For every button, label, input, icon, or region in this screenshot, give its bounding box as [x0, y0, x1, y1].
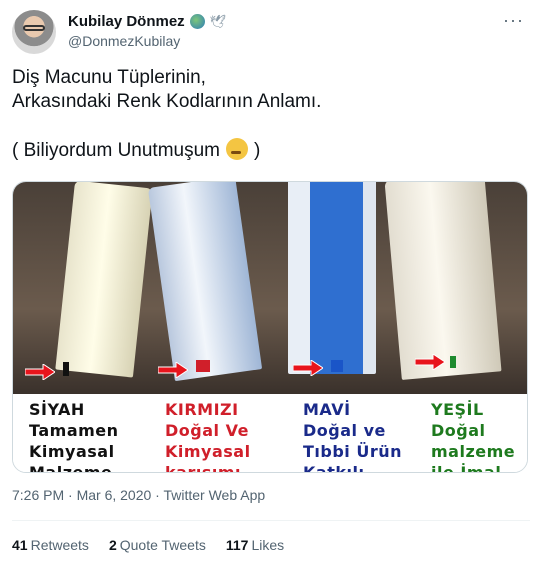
tube-mark-blue	[331, 360, 343, 372]
more-options-icon[interactable]: ···	[503, 10, 524, 31]
glasses-shape	[23, 25, 45, 31]
tube-mark-green	[450, 356, 456, 368]
quote-tweets-count: 2	[108, 537, 117, 553]
legend-title: KIRMIZI	[165, 400, 239, 419]
legend-line: karışımı	[165, 463, 241, 473]
legend-line: Tıbbi Ürün	[303, 442, 403, 461]
divider	[12, 520, 530, 521]
legend-line: Doğal Ve	[165, 421, 249, 440]
retweets-label: Retweets	[30, 537, 89, 553]
toothpaste-tube-3	[288, 182, 376, 374]
color-code-legend: SİYAH Tamamen Kimyasal Malzeme KIRMIZI D…	[13, 394, 527, 473]
legend-line: Tamamen	[29, 421, 119, 440]
tweet-line-3-open: ( Biliyordum Unutmuşum	[12, 140, 220, 161]
author-name-row[interactable]: Kubilay Dönmez 🕊	[68, 13, 226, 30]
tweet-line-3: ( Biliyordum Unutmuşum)	[12, 138, 530, 163]
dove-emoji-icon: 🕊	[209, 13, 227, 29]
tweet-line-1: Diş Macunu Tüplerinin,	[12, 67, 206, 88]
arrow-icon-2	[158, 362, 188, 378]
tweet-image[interactable]: SİYAH Tamamen Kimyasal Malzeme KIRMIZI D…	[12, 181, 528, 473]
legend-line: malzeme	[431, 442, 516, 461]
legend-line: Kimyasal	[165, 442, 251, 461]
legend-column-green: YEŞİL Doğal malzeme ile İmal	[431, 399, 516, 473]
tweet-text: Diş Macunu Tüplerinin, Arkasındaki Renk …	[12, 66, 530, 163]
toothpaste-tube-2	[147, 182, 263, 382]
quote-tweets-stat[interactable]: 2 Quote Tweets	[109, 537, 206, 553]
thinking-face-emoji-icon	[226, 138, 248, 160]
legend-line: ile İmal	[431, 463, 502, 473]
avatar[interactable]	[12, 10, 56, 54]
quote-tweets-label: Quote Tweets	[119, 537, 206, 553]
tweet-header: Kubilay Dönmez 🕊 @DonmezKubilay ···	[12, 10, 530, 54]
legend-column-red: KIRMIZI Doğal Ve Kimyasal karışımı	[165, 399, 251, 473]
arrow-icon-4	[415, 354, 445, 370]
legend-title: MAVİ	[303, 400, 351, 419]
tube-mark-red	[196, 360, 210, 372]
tube-mark-black	[63, 362, 69, 376]
legend-line: Doğal	[431, 421, 486, 440]
author-handle[interactable]: @DonmezKubilay	[68, 33, 180, 49]
likes-count: 117	[225, 537, 249, 553]
toothpaste-tube-1	[55, 182, 153, 378]
legend-title: SİYAH	[29, 400, 85, 419]
retweets-count: 41	[12, 537, 28, 553]
legend-line: Malzeme	[29, 463, 113, 473]
legend-line: Kimyasal	[29, 442, 115, 461]
legend-line: Doğal ve	[303, 421, 386, 440]
toothpaste-photo	[13, 182, 527, 394]
legend-column-black: SİYAH Tamamen Kimyasal Malzeme	[29, 399, 119, 473]
globe-emoji-icon	[189, 14, 205, 29]
legend-column-blue: MAVİ Doğal ve Tıbbi Ürün Katkılı	[303, 399, 403, 473]
legend-title: YEŞİL	[431, 400, 484, 419]
engagement-stats: 41 Retweets 2 Quote Tweets 117 Likes	[12, 537, 284, 553]
arrow-icon-3	[293, 360, 323, 376]
likes-label: Likes	[251, 537, 285, 553]
toothpaste-tube-4	[384, 182, 502, 380]
tweet-line-3-close: )	[254, 140, 261, 161]
author-name[interactable]: Kubilay Dönmez	[68, 13, 185, 30]
legend-line: Katkılı	[303, 463, 365, 473]
tweet-timestamp[interactable]: 7:26 PM · Mar 6, 2020 · Twitter Web App	[12, 487, 265, 503]
arrow-icon-1	[25, 364, 55, 380]
retweets-stat[interactable]: 41 Retweets	[12, 537, 89, 553]
likes-stat[interactable]: 117 Likes	[226, 537, 284, 553]
tweet-line-2: Arkasındaki Renk Kodlarının Anlamı.	[12, 91, 322, 112]
